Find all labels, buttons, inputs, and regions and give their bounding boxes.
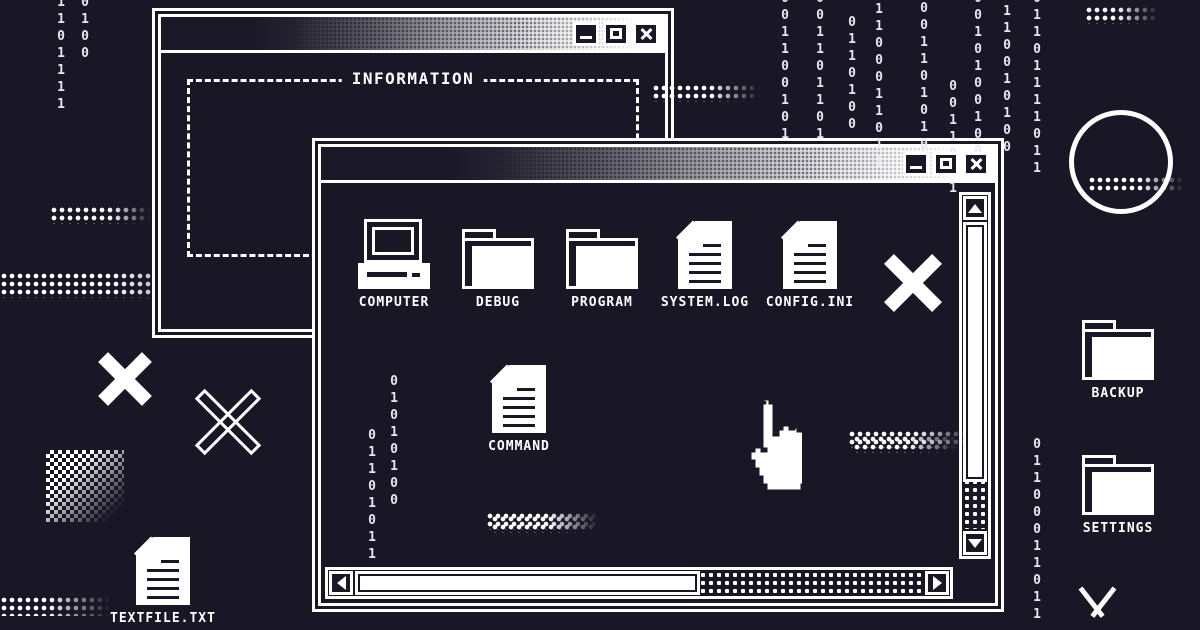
window-titlebar[interactable] [161, 17, 665, 53]
binary-rain-column: 0 1 1 0 0 0 1 1 0 1 1 [875, 2, 883, 170]
file-icon-label: COMPUTER [358, 295, 430, 310]
close-button[interactable] [963, 151, 989, 176]
desktop-icon-textfile[interactable]: TEXTFILE.TXT [108, 525, 218, 626]
binary-rain-column: 0 1 1 0 1 0 1 1 [368, 428, 376, 562]
binary-rain-column: 0 0 1 1 0 1 0 1 0 1 [920, 1, 928, 169]
file-icon-system-log[interactable]: SYSTEM.LOG [650, 209, 760, 310]
desktop-canvas: 1 1 0 1 1 1 1 0 1 0 0 TEXTFILE.TXT INFOR… [0, 0, 1200, 630]
binary-rain-column: 1 1 0 1 1 1 1 [57, 0, 65, 112]
desktop-icon-settings[interactable]: SETTINGS [1063, 435, 1173, 536]
maximize-icon [610, 28, 622, 39]
binary-rain-column: 0 1 1 0 0 0 1 1 0 1 1 [1033, 437, 1041, 622]
dither-dot-strip [486, 512, 606, 530]
scroll-down-button[interactable] [963, 531, 987, 555]
binary-rain-column: 0 1 0 1 0 1 0 0 [390, 374, 398, 508]
close-icon [639, 27, 653, 41]
triangle-right-icon [932, 576, 942, 590]
folder-icon [443, 209, 553, 289]
file-icon-command[interactable]: COMMAND [464, 353, 574, 454]
dither-dot-strip [1085, 6, 1165, 24]
scroll-left-button[interactable] [329, 571, 353, 595]
minimize-button[interactable] [903, 151, 929, 176]
groupbox-label: INFORMATION [341, 69, 485, 88]
vertical-scroll-track[interactable] [963, 222, 987, 529]
binary-rain-column: 0 1 1 0 1 1 1 1 0 1 1 [1033, 0, 1041, 176]
file-icon-config-ini[interactable]: CONFIG.INI [755, 209, 865, 310]
horizontal-scroll-track[interactable] [355, 571, 923, 595]
file-icon-computer[interactable]: COMPUTER [339, 209, 449, 310]
circle-outline [1069, 110, 1173, 214]
computer-icon [339, 209, 449, 289]
triangle-down-icon [968, 538, 982, 548]
binary-rain-column: 0 0 1 1 0 1 1 0 1 [816, 0, 824, 142]
maximize-button[interactable] [933, 151, 959, 176]
file-icon-program[interactable]: PROGRAM [547, 209, 657, 310]
desktop-icon-label: BACKUP [1091, 386, 1145, 401]
x-mark-solid [94, 348, 156, 410]
dither-dot-strip [50, 206, 160, 224]
desktop-icon-label: TEXTFILE.TXT [110, 611, 216, 626]
delete-x-marker[interactable] [879, 249, 947, 317]
window-titlebar[interactable] [321, 147, 995, 183]
maximize-button[interactable] [603, 21, 629, 46]
file-icon-label: SYSTEM.LOG [660, 295, 750, 310]
maximize-icon [940, 158, 952, 169]
folder-icon [1063, 435, 1173, 515]
dither-dot-strip [1088, 176, 1188, 192]
document-icon [650, 209, 760, 289]
document-icon [464, 353, 574, 433]
pointing-hand-cursor-glyph [748, 397, 812, 493]
horizontal-scrollbar[interactable] [325, 567, 953, 599]
minimize-icon [580, 35, 592, 39]
file-manager-window[interactable]: COMPUTER DEBUG PROGRAM SYSTEM.LOG CONFIG… [318, 144, 998, 606]
file-icon-label: PROGRAM [571, 295, 633, 310]
folder-icon [1063, 300, 1173, 380]
binary-rain-column: 0 0 1 1 0 0 1 [949, 79, 957, 196]
file-icon-label: CONFIG.INI [765, 295, 855, 310]
triangle-left-icon [336, 576, 346, 590]
vertical-scrollbar[interactable] [959, 192, 991, 559]
dither-dot-strip [848, 430, 978, 448]
dither-dot-strip [0, 596, 120, 616]
pointing-hand-cursor [740, 397, 812, 499]
dither-dot-strip [652, 84, 767, 102]
titlebar-gradient [321, 147, 995, 180]
scroll-up-button[interactable] [963, 196, 987, 220]
file-icon-debug[interactable]: DEBUG [443, 209, 553, 310]
file-icon-label: DEBUG [475, 295, 521, 310]
file-icon-label: COMMAND [488, 439, 550, 454]
desktop-icon-label: SETTINGS [1082, 521, 1154, 536]
binary-rain-column: 0 1 1 0 1 0 0 [848, 15, 856, 132]
close-button[interactable] [633, 21, 659, 46]
horizontal-scroll-thumb[interactable] [355, 571, 700, 595]
close-icon [969, 157, 983, 171]
binary-rain-column: 0 1 0 0 [81, 0, 89, 61]
scroll-right-button[interactable] [925, 571, 949, 595]
binary-rain-column: 0 1 1 0 0 1 0 1 0 0 [1003, 0, 1011, 155]
x-mark-outline [188, 382, 268, 462]
folder-icon [547, 209, 657, 289]
minimize-button[interactable] [573, 21, 599, 46]
desktop-icon-backup[interactable]: BACKUP [1063, 300, 1173, 401]
triangle-up-icon [968, 203, 982, 213]
document-icon [108, 525, 218, 605]
document-icon [755, 209, 865, 289]
chevron-down-icon [1068, 586, 1124, 618]
binary-rain-column: 0 0 1 0 1 0 0 1 0 0 [974, 0, 982, 159]
dither-gradient-block [46, 450, 124, 522]
minimize-icon [910, 165, 922, 169]
binary-rain-column: 0 0 1 1 0 0 1 0 1 [781, 0, 789, 142]
